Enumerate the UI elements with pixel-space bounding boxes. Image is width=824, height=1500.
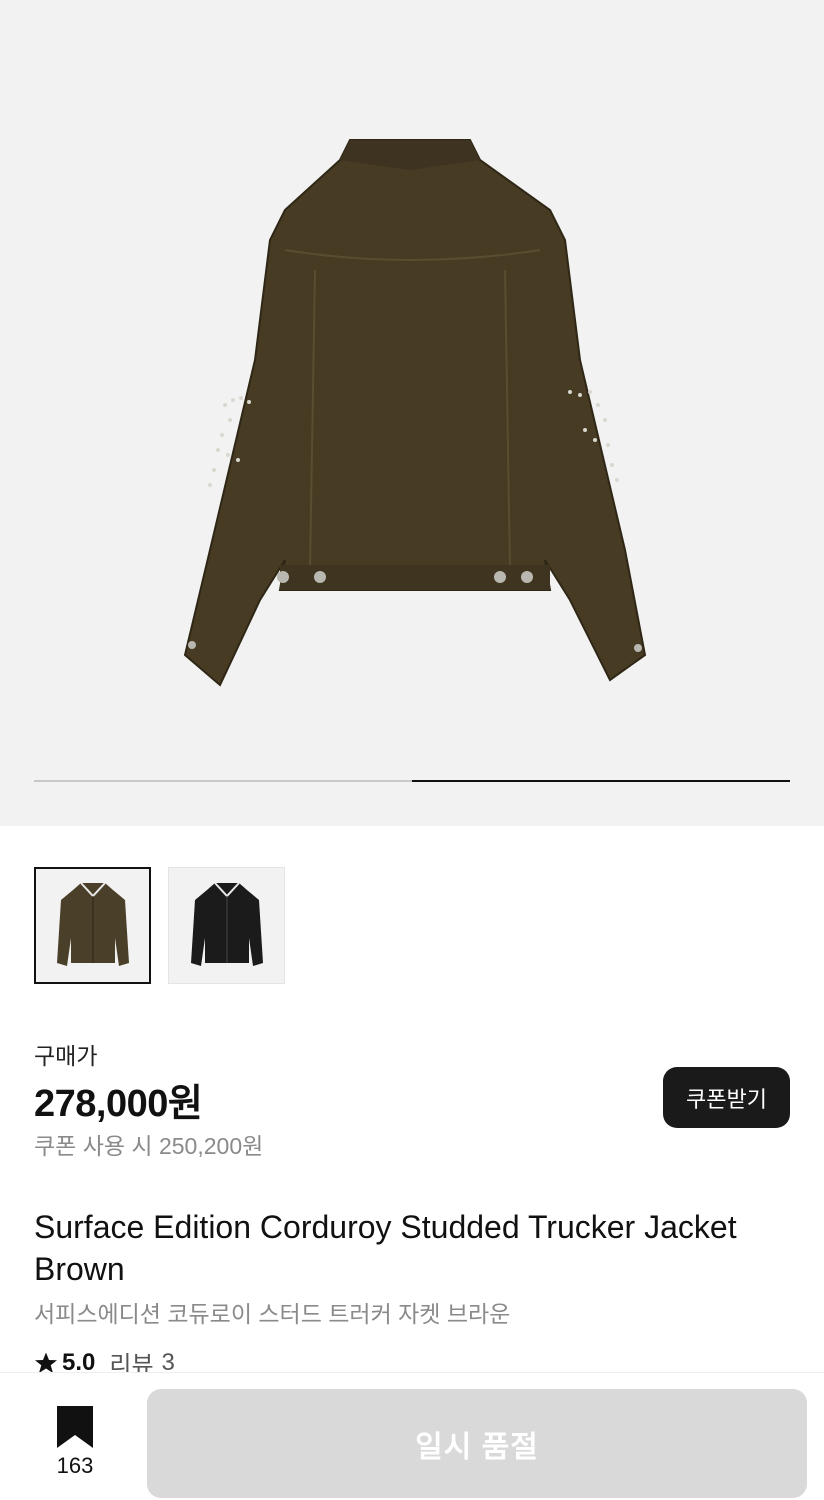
bookmark-button[interactable]: 163 — [50, 1405, 100, 1479]
get-coupon-button[interactable]: 쿠폰받기 — [663, 1067, 790, 1128]
bookmark-icon — [57, 1406, 93, 1448]
jacket-body — [183, 139, 647, 687]
button — [314, 571, 326, 583]
cuff-button — [188, 641, 196, 649]
button — [277, 571, 289, 583]
thumbnail-brown[interactable] — [34, 867, 151, 984]
gallery-progress-bar — [34, 780, 790, 782]
star-icon — [35, 1352, 57, 1373]
thumbnail-strip — [34, 867, 285, 984]
button — [521, 571, 533, 583]
jacket-back-image — [183, 139, 647, 687]
button — [494, 571, 506, 583]
thumbnail-black[interactable] — [168, 867, 285, 984]
thumbnail-brown-jacket — [56, 882, 129, 966]
gallery-progress-fill — [412, 780, 790, 782]
thumbnail-black-jacket — [190, 882, 263, 966]
cuff-button — [634, 644, 642, 652]
bookmark-count: 163 — [56, 1453, 94, 1478]
price: 278,000원 — [34, 1083, 203, 1125]
coupon-price: 쿠폰 사용 시 250,200원 — [34, 1133, 264, 1159]
product-title: Surface Edition Corduroy Studded Trucker… — [34, 1209, 737, 1287]
product-image-gallery[interactable] — [0, 0, 824, 826]
sold-out-button[interactable]: 일시 품절 — [147, 1389, 807, 1498]
product-subtitle: 서피스에디션 코듀로이 스터드 트러커 자켓 브라운 — [34, 1301, 511, 1327]
price-label: 구매가 — [34, 1043, 98, 1069]
